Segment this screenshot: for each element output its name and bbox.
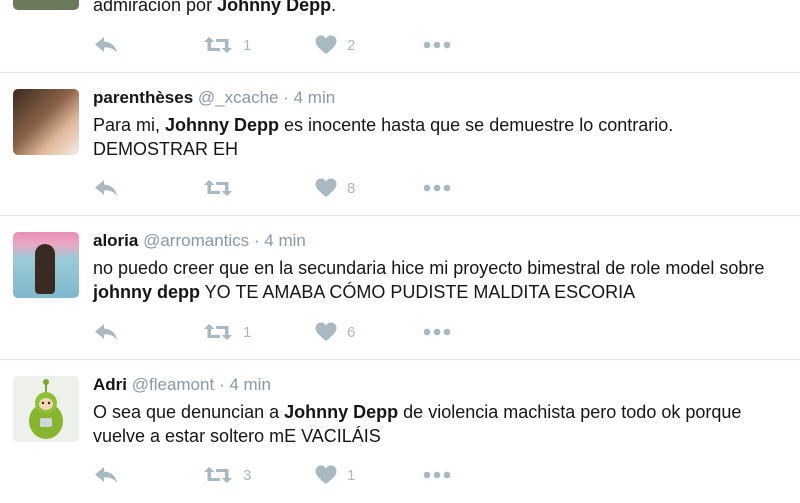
tweet-0: admiración por Johnny Depp. 1 2 <box>0 0 800 72</box>
reply-icon <box>95 180 117 196</box>
tweet-time[interactable]: 4 min <box>264 231 306 250</box>
more-button[interactable] <box>423 33 451 57</box>
heart-icon <box>315 322 337 341</box>
heart-icon <box>315 35 337 54</box>
tweet-text: no puedo creer que en la secundaria hice… <box>93 258 765 302</box>
like-button[interactable]: 8 <box>315 176 355 200</box>
reply-button[interactable] <box>93 33 119 57</box>
more-dots-icon <box>423 328 451 336</box>
tweet-header: aloria @arromantics · 4 min <box>93 231 306 251</box>
retweet-button[interactable]: 1 <box>203 33 251 57</box>
heart-icon <box>315 178 337 197</box>
like-count: 6 <box>347 323 356 341</box>
user-handle[interactable]: @arromantics <box>143 231 249 250</box>
retweet-button[interactable] <box>203 176 243 200</box>
user-name[interactable]: aloria <box>93 231 138 250</box>
like-button[interactable]: 2 <box>315 33 355 57</box>
tweet-header: Adri @fleamont · 4 min <box>93 375 271 395</box>
separator: · <box>283 88 289 107</box>
more-dots-icon <box>423 41 451 49</box>
avatar[interactable] <box>13 89 79 155</box>
tweet-time[interactable]: 4 min <box>294 88 336 107</box>
retweet-count: 1 <box>243 36 252 54</box>
retweet-button[interactable]: 3 <box>203 463 251 487</box>
tweet-actions: 1 6 <box>93 320 493 344</box>
reply-icon <box>95 467 117 483</box>
retweet-icon <box>204 37 232 53</box>
like-count: 8 <box>347 179 356 197</box>
tweet-header: parenthèses @_xcache · 4 min <box>93 88 335 108</box>
retweet-icon <box>204 324 232 340</box>
reply-button[interactable] <box>93 176 119 200</box>
more-button[interactable] <box>423 320 451 344</box>
tweet-1: parenthèses @_xcache · 4 min Para mi, Jo… <box>0 73 800 215</box>
more-dots-icon <box>423 471 451 479</box>
like-count: 1 <box>347 466 356 484</box>
tweet-actions: 3 1 <box>93 463 493 487</box>
retweet-count: 1 <box>243 323 252 341</box>
separator: · <box>218 375 225 394</box>
tweet-text: O sea que denuncian a Johnny Depp de vio… <box>93 402 742 446</box>
user-name[interactable]: parenthèses <box>93 88 193 107</box>
retweet-button[interactable]: 1 <box>203 320 251 344</box>
teletubby-avatar-image <box>29 379 63 439</box>
avatar[interactable] <box>13 232 79 298</box>
user-handle[interactable]: @_xcache <box>198 88 279 107</box>
tweet-text: admiración por Johnny Depp. <box>93 0 337 15</box>
user-name[interactable]: Adri <box>93 375 127 394</box>
reply-icon <box>95 37 117 53</box>
like-button[interactable]: 6 <box>315 320 355 344</box>
like-count: 2 <box>347 36 356 54</box>
avatar[interactable] <box>13 0 79 10</box>
heart-icon <box>315 465 337 484</box>
reply-button[interactable] <box>93 463 119 487</box>
tweet-actions: 1 2 <box>93 33 493 57</box>
reply-button[interactable] <box>93 320 119 344</box>
user-handle[interactable]: @fleamont <box>132 375 214 394</box>
retweet-count: 3 <box>243 466 252 484</box>
separator: · <box>253 231 260 250</box>
like-button[interactable]: 1 <box>315 463 355 487</box>
tweet-text: Para mi, Johnny Depp es inocente hasta q… <box>93 115 674 159</box>
tweet-3: Adri @fleamont · 4 min O sea que denunci… <box>0 360 800 503</box>
more-button[interactable] <box>423 176 451 200</box>
avatar[interactable] <box>13 376 79 442</box>
reply-icon <box>95 324 117 340</box>
retweet-icon <box>204 180 232 196</box>
tweet-time[interactable]: 4 min <box>229 375 271 394</box>
retweet-icon <box>204 467 232 483</box>
more-button[interactable] <box>423 463 451 487</box>
more-dots-icon <box>423 184 451 192</box>
tweet-actions: 8 <box>93 176 493 200</box>
tweet-2: aloria @arromantics · 4 min no puedo cre… <box>0 216 800 359</box>
